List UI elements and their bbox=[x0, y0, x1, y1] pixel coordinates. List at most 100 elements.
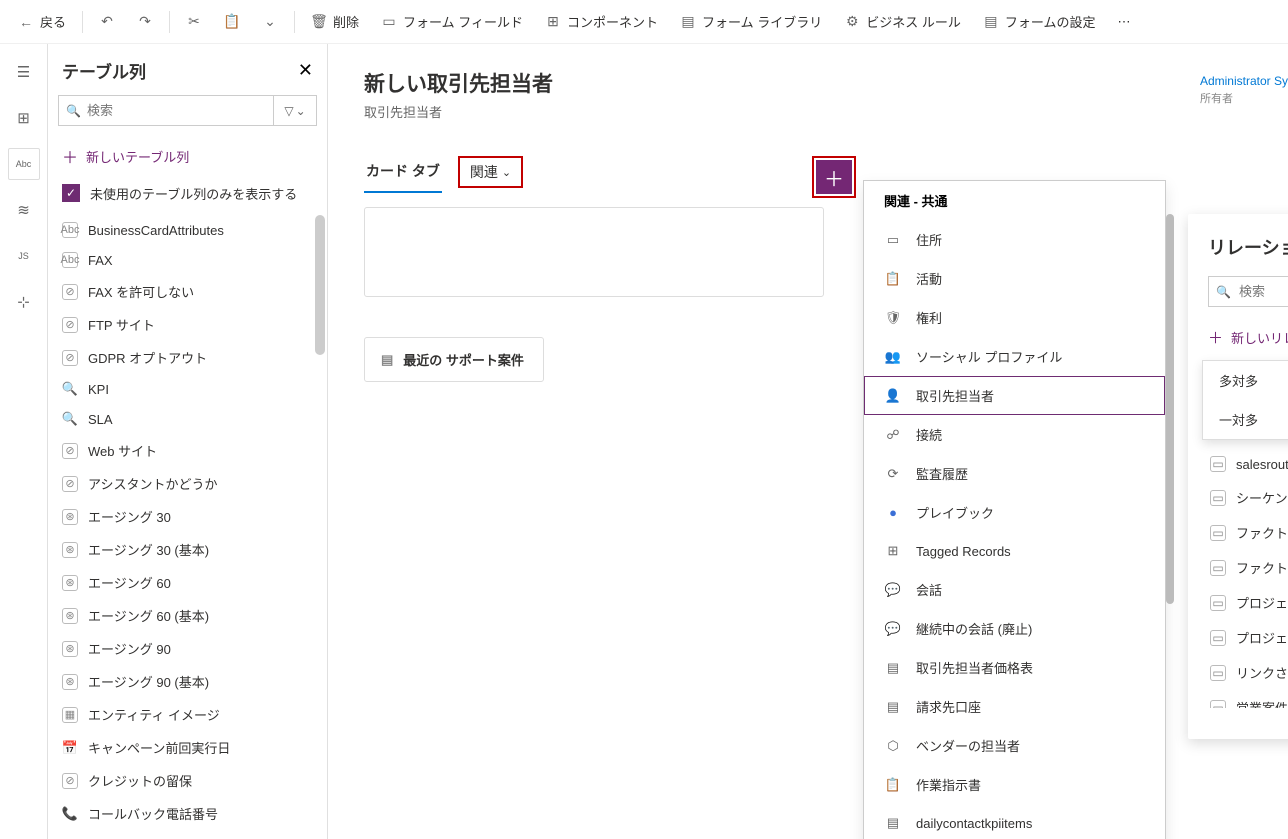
component-button[interactable]: ⊞コンポーネント bbox=[535, 6, 668, 37]
column-item[interactable]: 📅キャンペーン前回実行日 bbox=[48, 731, 323, 764]
back-button[interactable]: ←戻る bbox=[8, 6, 76, 37]
related-item[interactable]: 📋作業指示書 bbox=[864, 765, 1165, 804]
related-item[interactable]: ☍接続 bbox=[864, 415, 1165, 454]
rail-layers-icon[interactable]: ≋ bbox=[8, 194, 40, 226]
business-rule-button[interactable]: ⚙ビジネス ルール bbox=[834, 6, 971, 37]
related-item[interactable]: 📋活動 bbox=[864, 259, 1165, 298]
tab-related[interactable]: 関連⌄ bbox=[458, 156, 523, 188]
undo-button[interactable]: ↶ bbox=[89, 8, 125, 36]
column-item[interactable]: ⊛エージング 90 bbox=[48, 632, 323, 665]
related-item[interactable]: 👥 ソーシャル プロファイル bbox=[864, 337, 1165, 376]
related-item-label: ベンダーの担当者 bbox=[916, 736, 1020, 755]
column-item[interactable]: ⊘アシスタントかどうか bbox=[48, 467, 323, 500]
related-item-label: ソーシャル プロファイル bbox=[916, 347, 1062, 366]
related-item-label: 作業指示書 bbox=[916, 775, 981, 794]
new-column-button[interactable]: ＋新しいテーブル列 bbox=[48, 138, 327, 178]
column-list[interactable]: AbcBusinessCardAttributesAbcFAX⊘FAX を許可し… bbox=[48, 215, 327, 839]
related-item[interactable]: ●プレイブック bbox=[864, 493, 1165, 532]
add-relationship-tile[interactable]: ＋ bbox=[816, 160, 852, 194]
relationship-type-icon: ▭ bbox=[1210, 525, 1226, 541]
form-library-button[interactable]: ▤フォーム ライブラリ bbox=[670, 6, 832, 37]
delete-button[interactable]: 🗑削除 bbox=[301, 6, 369, 37]
column-item[interactable]: ⊛エージング 60 bbox=[48, 566, 323, 599]
unused-only-checkbox[interactable]: ✓ bbox=[62, 184, 80, 202]
relationship-type-item[interactable]: 一対多 bbox=[1203, 400, 1288, 439]
column-item[interactable]: ▦エンティティ イメージ bbox=[48, 698, 323, 731]
related-item-label: 継続中の会話 (廃止) bbox=[916, 619, 1032, 638]
column-label: KPI bbox=[88, 382, 109, 397]
relationship-item[interactable]: ▭シーケンス対象 bbox=[1208, 480, 1288, 515]
form-fields-button[interactable]: ▭フォーム フィールド bbox=[371, 6, 533, 37]
relationship-item[interactable]: ▭リンクされたエンティティ属性検証 bbox=[1208, 655, 1288, 690]
related-dropdown[interactable]: 関連 - 共通▭住所📋活動🛡権利👥ソーシャル プロファイル👤取引先担当者☍接続⟳… bbox=[863, 180, 1166, 839]
panel-search-input[interactable] bbox=[1208, 276, 1288, 307]
rail-menu-icon[interactable]: ☰ bbox=[8, 56, 40, 88]
related-item-label: 請求先口座 bbox=[916, 697, 981, 716]
relationship-item[interactable]: ▭プロジェクト契約品目の詳細 bbox=[1208, 585, 1288, 620]
toolbar-overflow[interactable]: ⋯ bbox=[1108, 8, 1141, 36]
column-item[interactable]: ⊘Web サイト bbox=[48, 434, 323, 467]
related-item[interactable]: ⬡ベンダーの担当者 bbox=[864, 726, 1165, 765]
dropdown-chevron[interactable]: ⌄ bbox=[252, 8, 288, 36]
column-label: FAX bbox=[88, 253, 113, 268]
cut-button[interactable]: ✂ bbox=[176, 8, 212, 36]
form-settings-button[interactable]: ▤フォームの設定 bbox=[973, 6, 1106, 37]
related-item[interactable]: 💬継続中の会話 (廃止) bbox=[864, 609, 1165, 648]
relationship-item[interactable]: ▭ファクト bbox=[1208, 550, 1288, 585]
related-item-label: Tagged Records bbox=[916, 544, 1011, 559]
column-type-icon: ⊛ bbox=[62, 542, 78, 558]
column-item[interactable]: AbcFAX bbox=[48, 245, 323, 275]
relationship-item[interactable]: ▭salesroutingdiagnostics bbox=[1208, 448, 1288, 480]
relationship-list[interactable]: ▲ ▭salesroutingdiagnostics▭シーケンス対象▭ファクト▭… bbox=[1208, 448, 1288, 708]
related-item-icon: 👥 bbox=[884, 348, 902, 366]
related-item[interactable]: ▤取引先担当者価格表 bbox=[864, 648, 1165, 687]
column-item[interactable]: 📞コールバック電話番号 bbox=[48, 797, 323, 830]
related-item[interactable]: ▤dailycontactkpiitems bbox=[864, 804, 1165, 839]
list-icon: ▤ bbox=[381, 352, 393, 368]
column-item[interactable]: 🔍SLA bbox=[48, 404, 323, 434]
relationship-item[interactable]: ▭ファクト bbox=[1208, 515, 1288, 550]
related-item[interactable]: 🛡権利 bbox=[864, 298, 1165, 337]
rail-js-icon[interactable]: JS bbox=[8, 240, 40, 272]
column-item[interactable]: ⊛エージング 90 (基本) bbox=[48, 665, 323, 698]
related-item[interactable]: 💬会話 bbox=[864, 570, 1165, 609]
relationship-item[interactable]: ▭プロジェクト契約品目の詳細 bbox=[1208, 620, 1288, 655]
rail-grid-icon[interactable]: ⊞ bbox=[8, 102, 40, 134]
related-item[interactable]: 👤取引先担当者 bbox=[864, 376, 1165, 415]
related-dropdown-scrollbar[interactable] bbox=[1166, 214, 1174, 604]
column-item[interactable]: ⊛エージング 30 bbox=[48, 500, 323, 533]
paste-button[interactable]: 📋 bbox=[214, 8, 250, 36]
tab-card[interactable]: カード タブ bbox=[364, 151, 442, 193]
column-item[interactable]: ⊘FAX を許可しない bbox=[48, 275, 323, 308]
column-item[interactable]: ⊘クレジットの留保 bbox=[48, 764, 323, 797]
column-item[interactable]: ⊘FTP サイト bbox=[48, 308, 323, 341]
related-item-icon: ▤ bbox=[884, 659, 902, 677]
recent-support-cases-card[interactable]: ▤ 最近の サポート案件 bbox=[364, 337, 544, 382]
column-item[interactable]: ⊘GDPR オプトアウト bbox=[48, 341, 323, 374]
rail-tree-icon[interactable]: ⊹ bbox=[8, 286, 40, 318]
related-item[interactable]: ▭住所 bbox=[864, 220, 1165, 259]
sidebar-close-icon[interactable]: ✕ bbox=[298, 60, 313, 81]
related-item[interactable]: ▤請求先口座 bbox=[864, 687, 1165, 726]
related-item[interactable]: ⟳監査履歴 bbox=[864, 454, 1165, 493]
column-item[interactable]: 🔍KPI bbox=[48, 374, 323, 404]
related-item[interactable]: ⊞Tagged Records bbox=[864, 532, 1165, 570]
sidebar-scrollbar[interactable] bbox=[315, 215, 325, 355]
rail-text-icon[interactable]: Abc bbox=[8, 148, 40, 180]
new-relationship-button[interactable]: ＋ 新しいリレーションシップ ⌄ bbox=[1208, 319, 1288, 360]
column-label: エージング 30 (基本) bbox=[88, 540, 209, 559]
relationship-type-menu[interactable]: 多対多一対多 bbox=[1202, 360, 1288, 440]
relationship-type-icon: ▭ bbox=[1210, 700, 1226, 709]
relationship-type-item[interactable]: 多対多 bbox=[1203, 361, 1288, 400]
column-item[interactable]: AbcBusinessCardAttributes bbox=[48, 215, 323, 245]
column-type-icon: ⊛ bbox=[62, 674, 78, 690]
column-item[interactable]: ⊛ エージング 30 (基本) bbox=[48, 533, 323, 566]
relationship-item[interactable]: ▭営業案件 bbox=[1208, 690, 1288, 708]
sidebar-search-input[interactable] bbox=[58, 95, 273, 126]
redo-button[interactable]: ↷ bbox=[127, 8, 163, 36]
sidebar-filter-button[interactable]: ▽⌄ bbox=[273, 95, 317, 126]
column-item[interactable]: ⊛エージング 60 (基本) bbox=[48, 599, 323, 632]
column-label: FTP サイト bbox=[88, 315, 155, 334]
card-placeholder[interactable] bbox=[364, 207, 824, 297]
related-item-icon: 👤 bbox=[884, 387, 902, 405]
